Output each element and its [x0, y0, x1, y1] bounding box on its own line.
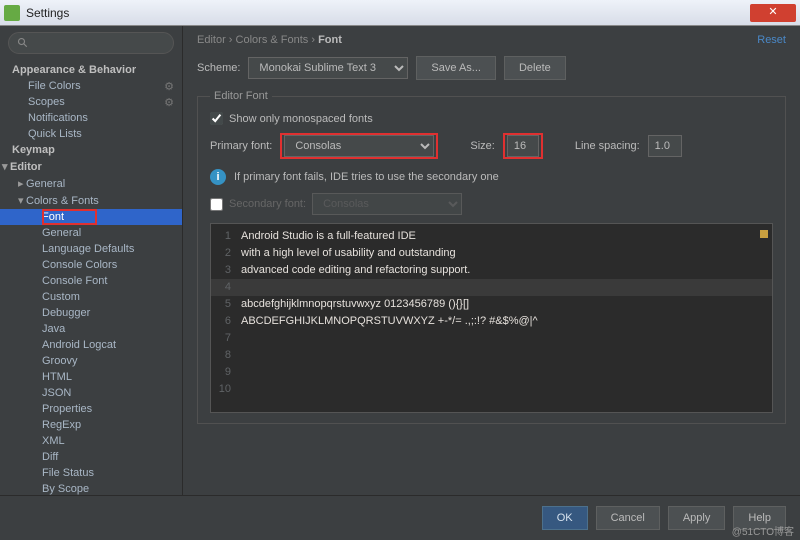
- reset-link[interactable]: Reset: [757, 34, 786, 46]
- sidebar: Appearance & BehaviorFile Colors⚙Scopes⚙…: [0, 26, 183, 495]
- tree-item-debugger[interactable]: Debugger: [0, 305, 182, 321]
- search-input[interactable]: [8, 32, 174, 54]
- tree-item-java[interactable]: Java: [0, 321, 182, 337]
- tree-item-groovy[interactable]: Groovy: [0, 353, 182, 369]
- settings-tree: Appearance & BehaviorFile Colors⚙Scopes⚙…: [0, 60, 182, 495]
- primary-font-highlight: Consolas: [280, 133, 438, 159]
- gear-icon: ⚙: [164, 80, 174, 93]
- titlebar: Settings ✕: [0, 0, 800, 26]
- tree-item-quick-lists[interactable]: Quick Lists: [0, 126, 182, 142]
- tree-item-html[interactable]: HTML: [0, 369, 182, 385]
- close-icon[interactable]: ✕: [750, 4, 796, 22]
- tree-item-language-defaults[interactable]: Language Defaults: [0, 241, 182, 257]
- line-spacing-label: Line spacing:: [575, 140, 640, 152]
- tree-item-console-font[interactable]: Console Font: [0, 273, 182, 289]
- window-title: Settings: [26, 6, 750, 20]
- show-monospaced-checkbox[interactable]: [210, 112, 223, 125]
- info-text: If primary font fails, IDE tries to use …: [234, 171, 499, 183]
- watermark: @51CTO博客: [732, 523, 794, 538]
- tree-item-json[interactable]: JSON: [0, 385, 182, 401]
- tree-item-general[interactable]: General: [0, 225, 182, 241]
- tree-item-diff[interactable]: Diff: [0, 449, 182, 465]
- breadcrumb: Editor › Colors & Fonts › Font: [197, 34, 786, 46]
- tree-item-notifications[interactable]: Notifications: [0, 110, 182, 126]
- primary-font-label: Primary font:: [210, 140, 272, 152]
- font-preview: 12345678910 Android Studio is a full-fea…: [210, 223, 773, 413]
- size-highlight: [503, 133, 543, 159]
- secondary-font-select: Consolas: [312, 193, 462, 215]
- size-input[interactable]: [507, 135, 539, 157]
- apply-button[interactable]: Apply: [668, 506, 726, 530]
- tree-item-colors-fonts[interactable]: ▾Colors & Fonts: [0, 192, 182, 209]
- primary-font-select[interactable]: Consolas: [284, 135, 434, 157]
- dialog-footer: OK Cancel Apply Help: [0, 496, 800, 540]
- scheme-label: Scheme:: [197, 62, 240, 74]
- tree-item-xml[interactable]: XML: [0, 433, 182, 449]
- tree-item-android-logcat[interactable]: Android Logcat: [0, 337, 182, 353]
- tree-item-properties[interactable]: Properties: [0, 401, 182, 417]
- tree-item-by-scope[interactable]: By Scope: [0, 481, 182, 495]
- tree-item-regexp[interactable]: RegExp: [0, 417, 182, 433]
- scheme-select[interactable]: Monokai Sublime Text 3: [248, 57, 408, 79]
- ok-button[interactable]: OK: [542, 506, 588, 530]
- save-as-button[interactable]: Save As...: [416, 56, 496, 80]
- tree-item-file-status[interactable]: File Status: [0, 465, 182, 481]
- app-icon: [4, 5, 20, 21]
- editor-font-group: Editor Font Show only monospaced fonts P…: [197, 90, 786, 424]
- warning-marker-icon: [760, 230, 768, 238]
- tree-item-console-colors[interactable]: Console Colors: [0, 257, 182, 273]
- delete-button[interactable]: Delete: [504, 56, 566, 80]
- line-spacing-input[interactable]: [648, 135, 682, 157]
- tree-item-appearance-behavior[interactable]: Appearance & Behavior: [0, 62, 182, 78]
- tree-item-custom[interactable]: Custom: [0, 289, 182, 305]
- tree-item-font[interactable]: Font: [0, 209, 182, 225]
- search-icon: [17, 37, 29, 49]
- gear-icon: ⚙: [164, 96, 174, 109]
- info-icon: i: [210, 169, 226, 185]
- secondary-font-label: Secondary font:: [229, 198, 306, 210]
- tree-item-editor[interactable]: ▾Editor: [0, 158, 182, 175]
- tree-item-file-colors[interactable]: File Colors⚙: [0, 78, 182, 94]
- size-label: Size:: [470, 140, 494, 152]
- cancel-button[interactable]: Cancel: [596, 506, 660, 530]
- tree-item-keymap[interactable]: Keymap: [0, 142, 182, 158]
- show-monospaced-label: Show only monospaced fonts: [229, 113, 373, 125]
- content-panel: Editor › Colors & Fonts › Font Reset Sch…: [183, 26, 800, 495]
- tree-item-scopes[interactable]: Scopes⚙: [0, 94, 182, 110]
- tree-item-general[interactable]: ▸General: [0, 175, 182, 192]
- secondary-font-checkbox[interactable]: [210, 198, 223, 211]
